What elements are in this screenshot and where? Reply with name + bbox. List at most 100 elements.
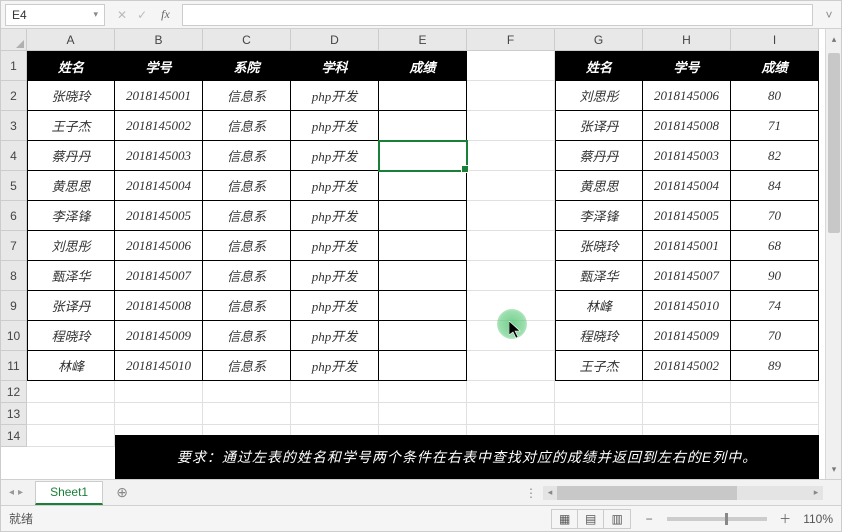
- cell-G11[interactable]: 王子杰: [555, 351, 643, 381]
- zoom-out-button[interactable]: −: [641, 512, 657, 526]
- cell-G7[interactable]: 张晓玲: [555, 231, 643, 261]
- cell-B7[interactable]: 2018145006: [115, 231, 203, 261]
- cell-G13[interactable]: [555, 403, 643, 425]
- row-header-11[interactable]: 11: [1, 351, 27, 381]
- view-normal-icon[interactable]: ▦: [552, 510, 578, 528]
- cell-A12[interactable]: [27, 381, 115, 403]
- cell-I10[interactable]: 70: [731, 321, 819, 351]
- cell-F10[interactable]: [467, 321, 555, 351]
- cell-E7[interactable]: [379, 231, 467, 261]
- cell-B6[interactable]: 2018145005: [115, 201, 203, 231]
- cell-C8[interactable]: 信息系: [203, 261, 291, 291]
- horizontal-scrollbar[interactable]: ⋮ ◂ ▸: [543, 486, 823, 500]
- row-header-7[interactable]: 7: [1, 231, 27, 261]
- cell-C9[interactable]: 信息系: [203, 291, 291, 321]
- cell-D3[interactable]: php开发: [291, 111, 379, 141]
- cell-D7[interactable]: php开发: [291, 231, 379, 261]
- cell-H3[interactable]: 2018145008: [643, 111, 731, 141]
- cell-F13[interactable]: [467, 403, 555, 425]
- cell-G1[interactable]: 姓名: [555, 51, 643, 81]
- cell-F7[interactable]: [467, 231, 555, 261]
- cell-F4[interactable]: [467, 141, 555, 171]
- row-header-4[interactable]: 4: [1, 141, 27, 171]
- cell-B3[interactable]: 2018145002: [115, 111, 203, 141]
- column-header-F[interactable]: F: [467, 29, 555, 51]
- sheetbar-menu-icon[interactable]: ⋮: [525, 486, 537, 500]
- cell-H1[interactable]: 学号: [643, 51, 731, 81]
- cell-B11[interactable]: 2018145010: [115, 351, 203, 381]
- cell-A5[interactable]: 黄思思: [27, 171, 115, 201]
- cell-C1[interactable]: 系院: [203, 51, 291, 81]
- cell-E3[interactable]: [379, 111, 467, 141]
- sheet-tab-active[interactable]: Sheet1: [35, 481, 103, 505]
- column-header-D[interactable]: D: [291, 29, 379, 51]
- cell-H11[interactable]: 2018145002: [643, 351, 731, 381]
- view-pagebreak-icon[interactable]: ▥: [604, 510, 630, 528]
- cell-D5[interactable]: php开发: [291, 171, 379, 201]
- cell-E9[interactable]: [379, 291, 467, 321]
- cell-D11[interactable]: php开发: [291, 351, 379, 381]
- zoom-value[interactable]: 110%: [803, 512, 833, 526]
- cell-D1[interactable]: 学科: [291, 51, 379, 81]
- cell-A3[interactable]: 王子杰: [27, 111, 115, 141]
- cell-F8[interactable]: [467, 261, 555, 291]
- cell-E13[interactable]: [379, 403, 467, 425]
- column-header-B[interactable]: B: [115, 29, 203, 51]
- view-pagelayout-icon[interactable]: ▤: [578, 510, 604, 528]
- cell-G5[interactable]: 黄思思: [555, 171, 643, 201]
- cell-B5[interactable]: 2018145004: [115, 171, 203, 201]
- row-header-1[interactable]: 1: [1, 51, 27, 81]
- cell-G8[interactable]: 甄泽华: [555, 261, 643, 291]
- scroll-down-icon[interactable]: ▾: [826, 461, 842, 477]
- cell-B4[interactable]: 2018145003: [115, 141, 203, 171]
- cell-C3[interactable]: 信息系: [203, 111, 291, 141]
- cell-I2[interactable]: 80: [731, 81, 819, 111]
- cell-I9[interactable]: 74: [731, 291, 819, 321]
- cell-C13[interactable]: [203, 403, 291, 425]
- cell-A10[interactable]: 程晓玲: [27, 321, 115, 351]
- cell-A14[interactable]: [27, 425, 115, 447]
- cell-I13[interactable]: [731, 403, 819, 425]
- cell-B2[interactable]: 2018145001: [115, 81, 203, 111]
- formula-input[interactable]: [182, 4, 813, 26]
- cell-A13[interactable]: [27, 403, 115, 425]
- cell-C10[interactable]: 信息系: [203, 321, 291, 351]
- cell-D9[interactable]: php开发: [291, 291, 379, 321]
- cell-C12[interactable]: [203, 381, 291, 403]
- hscroll-track[interactable]: [557, 486, 809, 500]
- hscroll-right-icon[interactable]: ▸: [809, 487, 823, 498]
- cell-I11[interactable]: 89: [731, 351, 819, 381]
- cell-D4[interactable]: php开发: [291, 141, 379, 171]
- name-box-dropdown-icon[interactable]: ▾: [93, 9, 98, 20]
- cell-G9[interactable]: 林峰: [555, 291, 643, 321]
- cell-H12[interactable]: [643, 381, 731, 403]
- cell-C7[interactable]: 信息系: [203, 231, 291, 261]
- hscroll-thumb[interactable]: [557, 486, 737, 500]
- cell-I7[interactable]: 68: [731, 231, 819, 261]
- cell-D8[interactable]: php开发: [291, 261, 379, 291]
- cell-E8[interactable]: [379, 261, 467, 291]
- cell-E12[interactable]: [379, 381, 467, 403]
- view-mode-buttons[interactable]: ▦ ▤ ▥: [551, 509, 631, 529]
- row-header-8[interactable]: 8: [1, 261, 27, 291]
- cell-I4[interactable]: 82: [731, 141, 819, 171]
- cell-G6[interactable]: 李泽锋: [555, 201, 643, 231]
- cell-F3[interactable]: [467, 111, 555, 141]
- cell-C4[interactable]: 信息系: [203, 141, 291, 171]
- column-header-A[interactable]: A: [27, 29, 115, 51]
- cell-I12[interactable]: [731, 381, 819, 403]
- cell-A7[interactable]: 刘思彤: [27, 231, 115, 261]
- hscroll-left-icon[interactable]: ◂: [543, 487, 557, 498]
- cell-G10[interactable]: 程晓玲: [555, 321, 643, 351]
- cell-H10[interactable]: 2018145009: [643, 321, 731, 351]
- cell-C6[interactable]: 信息系: [203, 201, 291, 231]
- cell-H6[interactable]: 2018145005: [643, 201, 731, 231]
- cell-C5[interactable]: 信息系: [203, 171, 291, 201]
- cell-E11[interactable]: [379, 351, 467, 381]
- cell-E2[interactable]: [379, 81, 467, 111]
- cell-C11[interactable]: 信息系: [203, 351, 291, 381]
- cell-I1[interactable]: 成绩: [731, 51, 819, 81]
- cell-A1[interactable]: 姓名: [27, 51, 115, 81]
- cell-D6[interactable]: php开发: [291, 201, 379, 231]
- sheet-nav-prev-icon[interactable]: ◂: [9, 487, 14, 498]
